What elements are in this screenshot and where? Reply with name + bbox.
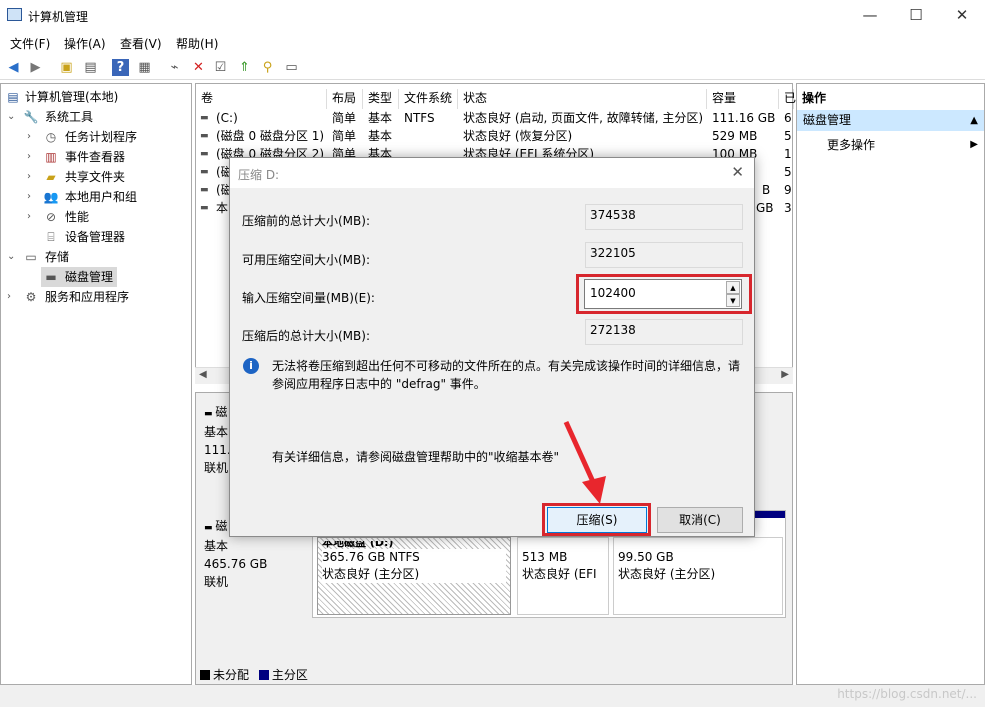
spin-down-icon[interactable]: ▼ (726, 294, 740, 307)
shrink-amount-label: 输入压缩空间量(MB)(E): (242, 291, 375, 305)
users-icon: 👥 (43, 190, 59, 204)
watermark: https://blog.csdn.net/... (837, 687, 977, 701)
scroll-left-icon[interactable]: ◀ (199, 369, 207, 380)
col-header-volume[interactable]: 卷 (196, 89, 327, 109)
shrink-dialog: 压缩 D: ✕ 压缩前的总计大小(MB): 374538 可用压缩空间大小(MB… (229, 157, 755, 537)
navigation-tree: ▤ 计算机管理(本地) ⌄ 🔧 系统工具 › ◷ 任务计划程序 › ▥ 事件查看… (0, 83, 192, 685)
chevron-right-icon[interactable]: › (27, 167, 31, 187)
maximize-button[interactable]: ☐ (893, 0, 939, 31)
status-bar: https://blog.csdn.net/... (0, 685, 985, 707)
toolbar: ◀ ▶ ▣ ▤ ? ▦ ⌁ ✕ ☑ ⇑ ⚲ ▭ (0, 55, 985, 80)
show-hide-tree-icon[interactable]: ▤ (82, 59, 99, 76)
chevron-right-icon[interactable]: › (27, 187, 31, 207)
info-text: 无法将卷压缩到超出任何不可移动的文件所在的点。有关完成该操作时间的详细信息，请参… (272, 359, 741, 391)
spin-up-icon[interactable]: ▲ (726, 281, 740, 294)
chevron-down-icon[interactable]: ⌄ (7, 107, 15, 127)
help-icon[interactable]: ? (112, 59, 129, 76)
actions-section-disk-management[interactable]: 磁盘管理 ▲ (797, 110, 984, 131)
search-icon[interactable]: ⚲ (259, 59, 276, 76)
title-bar: 计算机管理 — ☐ ✕ (0, 0, 985, 31)
size-after-label: 压缩后的总计大小(MB): (242, 329, 370, 343)
red-arrow-icon (563, 420, 606, 504)
device-manager-icon: ⌸ (47, 230, 55, 244)
table-row[interactable]: ▬ (磁盘 0 磁盘分区 1) 简单 基本 状态良好 (恢复分区) 529 MB… (196, 127, 794, 145)
partition-d[interactable]: 本地磁盘 (D:) 365.76 GB NTFS 状态良好 (主分区) (317, 537, 511, 615)
back-icon[interactable]: ◀ (5, 59, 22, 76)
col-header-filesystem[interactable]: 文件系统 (399, 89, 458, 109)
tree-item-disk-management[interactable]: ▬ 磁盘管理 (41, 267, 117, 287)
performance-icon: ⊘ (45, 210, 57, 224)
menu-bar: 文件(F) 操作(A) 查看(V) 帮助(H) (0, 31, 985, 53)
event-viewer-icon: ▥ (45, 150, 57, 164)
action-more[interactable]: 更多操作 ▶ (827, 135, 984, 155)
chevron-right-icon[interactable]: › (7, 287, 11, 307)
size-before-label: 压缩前的总计大小(MB): (242, 214, 370, 228)
actions-pane: 操作 磁盘管理 ▲ 更多操作 ▶ (796, 83, 985, 685)
clock-icon: ◷ (45, 130, 57, 144)
menu-file[interactable]: 文件(F) (10, 35, 50, 52)
shrink-button[interactable]: 压缩(S) (547, 507, 647, 533)
properties-icon[interactable]: ▦ (136, 59, 153, 76)
disk0-label[interactable]: ▬ 磁 基本 111. 联机 (204, 403, 231, 477)
shrink-amount-input[interactable]: 102400 ▲ ▼ (584, 279, 742, 309)
chevron-down-icon[interactable]: ⌄ (7, 247, 15, 267)
chevron-right-icon[interactable]: › (27, 207, 31, 227)
volume-icon: ▬ (200, 113, 209, 123)
window-title: 计算机管理 (28, 10, 89, 24)
delete-icon[interactable]: ✕ (190, 59, 207, 76)
legend: 未分配 主分区 (200, 666, 308, 683)
size-before-value: 374538 (585, 204, 743, 230)
close-button[interactable]: ✕ (939, 0, 985, 31)
up-folder-icon[interactable]: ▣ (58, 59, 75, 76)
chevron-right-icon: ▶ (970, 139, 978, 150)
info-icon: i (243, 358, 259, 374)
services-icon: ⚙ (25, 290, 37, 304)
volume-icon: ▬ (200, 131, 209, 141)
disk-icon: ▬ (204, 523, 216, 533)
minimize-button[interactable]: — (847, 0, 893, 31)
computer-management-icon (7, 8, 22, 21)
col-header-status[interactable]: 状态 (458, 89, 707, 109)
storage-icon: ▭ (25, 250, 37, 264)
table-row[interactable]: ▬ (C:) 简单 基本 NTFS 状态良好 (启动, 页面文件, 故障转储, … (196, 109, 794, 127)
actions-header: 操作 (802, 91, 827, 105)
menu-help[interactable]: 帮助(H) (176, 35, 218, 52)
computer-icon: ▤ (7, 90, 19, 104)
shared-folder-icon: ▰ (46, 170, 56, 184)
volume-icon: ▬ (200, 167, 209, 177)
tools-icon: 🔧 (23, 110, 39, 124)
col-header-free[interactable]: 已 (779, 89, 796, 109)
dialog-close-icon[interactable]: ✕ (731, 163, 744, 181)
size-after-value: 272138 (585, 319, 743, 345)
console-icon[interactable]: ▭ (283, 59, 300, 76)
available-space-value: 322105 (585, 242, 743, 268)
unallocated-swatch (200, 670, 210, 680)
col-header-capacity[interactable]: 容量 (707, 89, 779, 109)
dialog-title: 压缩 D: (238, 168, 280, 182)
menu-view[interactable]: 查看(V) (120, 35, 162, 52)
primary-swatch (258, 670, 269, 680)
partition-third[interactable]: 99.50 GB 状态良好 (主分区) (613, 537, 783, 615)
menu-action[interactable]: 操作(A) (64, 35, 106, 52)
volume-icon: ▬ (200, 203, 209, 213)
import-icon[interactable]: ⇑ (236, 59, 253, 76)
help-text: 有关详细信息，请参阅磁盘管理帮助中的"收缩基本卷" (272, 450, 560, 464)
volume-icon: ▬ (200, 149, 209, 159)
check-icon[interactable]: ☑ (212, 59, 229, 76)
disk-management-icon: ▬ (45, 270, 57, 284)
available-space-label: 可用压缩空间大小(MB): (242, 253, 370, 267)
chevron-right-icon[interactable]: › (27, 127, 31, 147)
scroll-right-icon[interactable]: ▶ (781, 369, 789, 380)
disk-icon: ▬ (204, 409, 216, 419)
volume-icon: ▬ (200, 185, 209, 195)
forward-icon[interactable]: ▶ (27, 59, 44, 76)
connect-icon[interactable]: ⌁ (166, 59, 183, 76)
chevron-right-icon[interactable]: › (27, 147, 31, 167)
partition-efi[interactable]: 513 MB 状态良好 (EFI (517, 537, 609, 615)
col-header-layout[interactable]: 布局 (327, 89, 363, 109)
col-header-type[interactable]: 类型 (363, 89, 399, 109)
chevron-up-icon[interactable]: ▲ (970, 110, 978, 131)
cancel-button[interactable]: 取消(C) (657, 507, 743, 533)
dialog-title-bar: 压缩 D: ✕ (230, 158, 754, 188)
